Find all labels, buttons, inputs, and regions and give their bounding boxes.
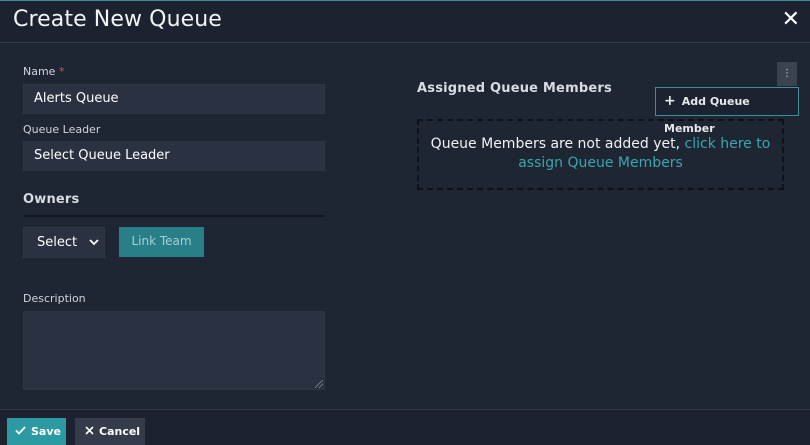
cancel-button[interactable]: Cancel bbox=[75, 418, 145, 445]
owners-divider bbox=[23, 215, 325, 217]
save-label: Save bbox=[31, 425, 61, 438]
create-queue-modal: Create New Queue ✕ Name * Alerts Queue Q… bbox=[0, 0, 810, 445]
modal-header: Create New Queue ✕ bbox=[0, 1, 810, 43]
queue-leader-label: Queue Leader bbox=[23, 123, 101, 136]
description-label: Description bbox=[23, 292, 86, 305]
owners-select[interactable]: Select bbox=[23, 227, 105, 258]
assigned-members-title: Assigned Queue Members bbox=[417, 81, 612, 96]
chevron-down-icon bbox=[89, 228, 99, 268]
queue-leader-select[interactable]: Select Queue Leader bbox=[23, 141, 325, 171]
assign-members-link-part1[interactable]: click here to bbox=[685, 136, 771, 152]
check-icon bbox=[15, 418, 26, 445]
modal-title: Create New Queue bbox=[13, 7, 222, 32]
assign-members-link-part2[interactable]: assign Queue Members bbox=[518, 155, 683, 171]
members-empty-state: Queue Members are not added yet, click h… bbox=[417, 119, 784, 190]
description-textarea[interactable] bbox=[23, 311, 325, 390]
plus-icon: + bbox=[664, 93, 676, 109]
resize-grip-icon[interactable] bbox=[315, 380, 323, 388]
link-team-button[interactable]: Link Team bbox=[119, 227, 204, 257]
kebab-menu-icon[interactable]: ⋮ bbox=[777, 62, 797, 86]
owners-select-value: Select bbox=[37, 235, 78, 250]
name-label: Name * bbox=[23, 65, 64, 78]
save-button[interactable]: Save bbox=[7, 418, 66, 445]
cancel-label: Cancel bbox=[99, 425, 141, 438]
owners-title: Owners bbox=[23, 192, 80, 207]
name-label-text: Name bbox=[23, 65, 56, 78]
x-icon bbox=[85, 418, 94, 445]
name-input[interactable]: Alerts Queue bbox=[23, 84, 325, 114]
modal-footer: Save Cancel bbox=[0, 409, 810, 445]
required-mark: * bbox=[58, 65, 65, 78]
close-icon[interactable]: ✕ bbox=[782, 8, 800, 32]
empty-state-text: Queue Members are not added yet, bbox=[430, 136, 681, 152]
add-queue-member-button[interactable]: + Add Queue Member bbox=[655, 87, 799, 135]
